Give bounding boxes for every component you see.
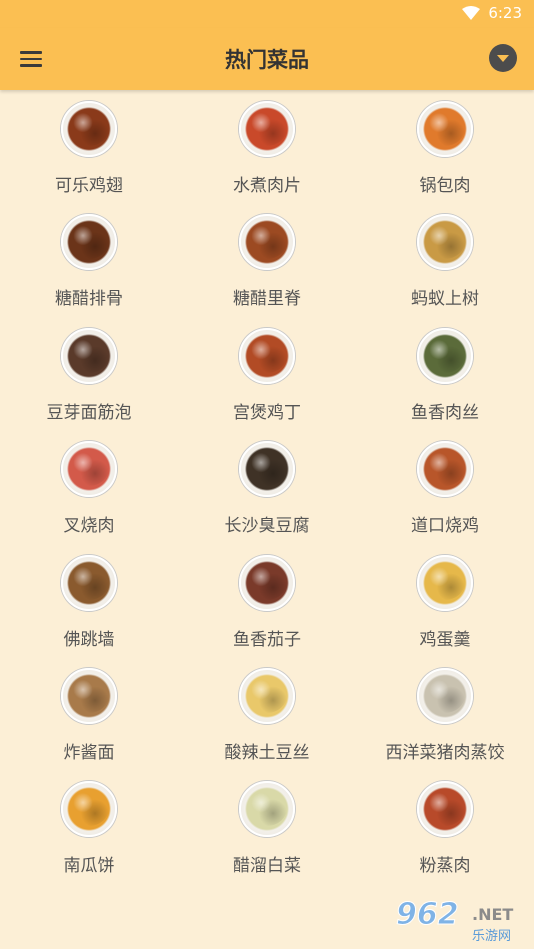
dish-item[interactable]: 酸辣土豆丝: [178, 659, 356, 772]
dish-item[interactable]: 醋溜白菜: [178, 772, 356, 885]
dish-thumbnail: [239, 101, 295, 157]
dish-item[interactable]: 南瓜饼: [0, 772, 178, 885]
dish-thumbnail: [61, 327, 117, 384]
watermark-logo: 962 .NET 乐游网: [394, 897, 530, 945]
dish-name: 叉烧肉: [63, 516, 115, 537]
dish-name: 长沙臭豆腐: [224, 516, 310, 537]
dish-name: 鱼香茄子: [233, 629, 301, 650]
dish-item[interactable]: 炸酱面: [0, 659, 178, 772]
dish-name: 宫煲鸡丁: [233, 402, 301, 423]
dish-name: 糖醋排骨: [55, 289, 123, 310]
dish-thumbnail: [417, 214, 473, 271]
dish-thumbnail: [417, 101, 473, 157]
dish-name: 水煮肉片: [233, 176, 301, 196]
watermark-domain: .NET: [472, 905, 514, 924]
chevron-down-icon[interactable]: [489, 44, 517, 72]
dish-item[interactable]: 糖醋里脊: [178, 205, 356, 318]
dish-item[interactable]: 锅包肉: [356, 92, 534, 205]
page-title: 热门菜品: [225, 48, 309, 72]
dish-thumbnail: [417, 781, 473, 838]
dish-thumbnail: [61, 667, 117, 724]
dish-item[interactable]: 可乐鸡翅: [0, 92, 178, 205]
dish-thumbnail: [61, 781, 117, 838]
dish-thumbnail: [239, 554, 295, 611]
dish-item[interactable]: 西洋菜猪肉蒸饺: [356, 659, 534, 772]
dish-item[interactable]: 长沙臭豆腐: [178, 432, 356, 545]
dish-name: 可乐鸡翅: [55, 176, 123, 196]
dish-thumbnail: [239, 781, 295, 838]
dish-name: 锅包肉: [419, 176, 471, 196]
dish-thumbnail: [239, 667, 295, 724]
dish-thumbnail: [417, 327, 473, 384]
dish-name: 鸡蛋羹: [419, 629, 471, 650]
dish-item[interactable]: 糖醋排骨: [0, 205, 178, 318]
dish-thumbnail: [417, 554, 473, 611]
status-bar: 6:23: [0, 0, 534, 28]
dish-item[interactable]: 鱼香肉丝: [356, 319, 534, 432]
dish-thumbnail: [61, 554, 117, 611]
dish-item[interactable]: 水煮肉片: [178, 92, 356, 205]
dish-item[interactable]: 粉蒸肉: [356, 772, 534, 885]
watermark-number: 962: [396, 897, 460, 933]
dish-name: 南瓜饼: [63, 856, 115, 877]
dish-thumbnail: [61, 214, 117, 271]
status-time: 6:23: [488, 4, 522, 22]
dish-name: 炸酱面: [63, 742, 115, 763]
dish-name: 道口烧鸡: [411, 516, 479, 537]
dish-item[interactable]: 佛跳墙: [0, 546, 178, 659]
dish-name: 醋溜白菜: [233, 856, 301, 877]
dish-name: 西洋菜猪肉蒸饺: [385, 742, 505, 763]
wifi-icon: [462, 6, 481, 20]
dish-name: 粉蒸肉: [419, 856, 471, 877]
dish-item[interactable]: 鱼香茄子: [178, 546, 356, 659]
dish-thumbnail: [239, 327, 295, 384]
dish-name: 豆芽面筋泡: [46, 402, 132, 423]
dish-item[interactable]: 豆芽面筋泡: [0, 319, 178, 432]
app-bar: 热门菜品: [0, 28, 534, 90]
dish-thumbnail: [417, 441, 473, 498]
dish-name: 鱼香肉丝: [411, 402, 479, 423]
dish-item[interactable]: 道口烧鸡: [356, 432, 534, 545]
dish-thumbnail: [239, 214, 295, 271]
dish-thumbnail: [239, 441, 295, 498]
dish-name: 佛跳墙: [63, 629, 115, 650]
dish-thumbnail: [61, 101, 117, 157]
dish-item[interactable]: 宫煲鸡丁: [178, 319, 356, 432]
dish-name: 糖醋里脊: [233, 289, 301, 310]
dish-item[interactable]: 鸡蛋羹: [356, 546, 534, 659]
dish-thumbnail: [61, 441, 117, 498]
watermark-subtitle: 乐游网: [472, 929, 512, 944]
dish-name: 蚂蚁上树: [411, 289, 479, 310]
dish-item[interactable]: 叉烧肉: [0, 432, 178, 545]
dish-grid: 可乐鸡翅 水煮肉片 锅包肉糖醋排骨 糖醋里脊 蚂蚁上树豆芽面筋泡 宫煲鸡丁 鱼香肉丝叉烧肉 长…: [0, 92, 534, 886]
dish-name: 酸辣土豆丝: [224, 742, 310, 763]
dish-item[interactable]: 蚂蚁上树: [356, 205, 534, 318]
dish-thumbnail: [417, 667, 473, 724]
